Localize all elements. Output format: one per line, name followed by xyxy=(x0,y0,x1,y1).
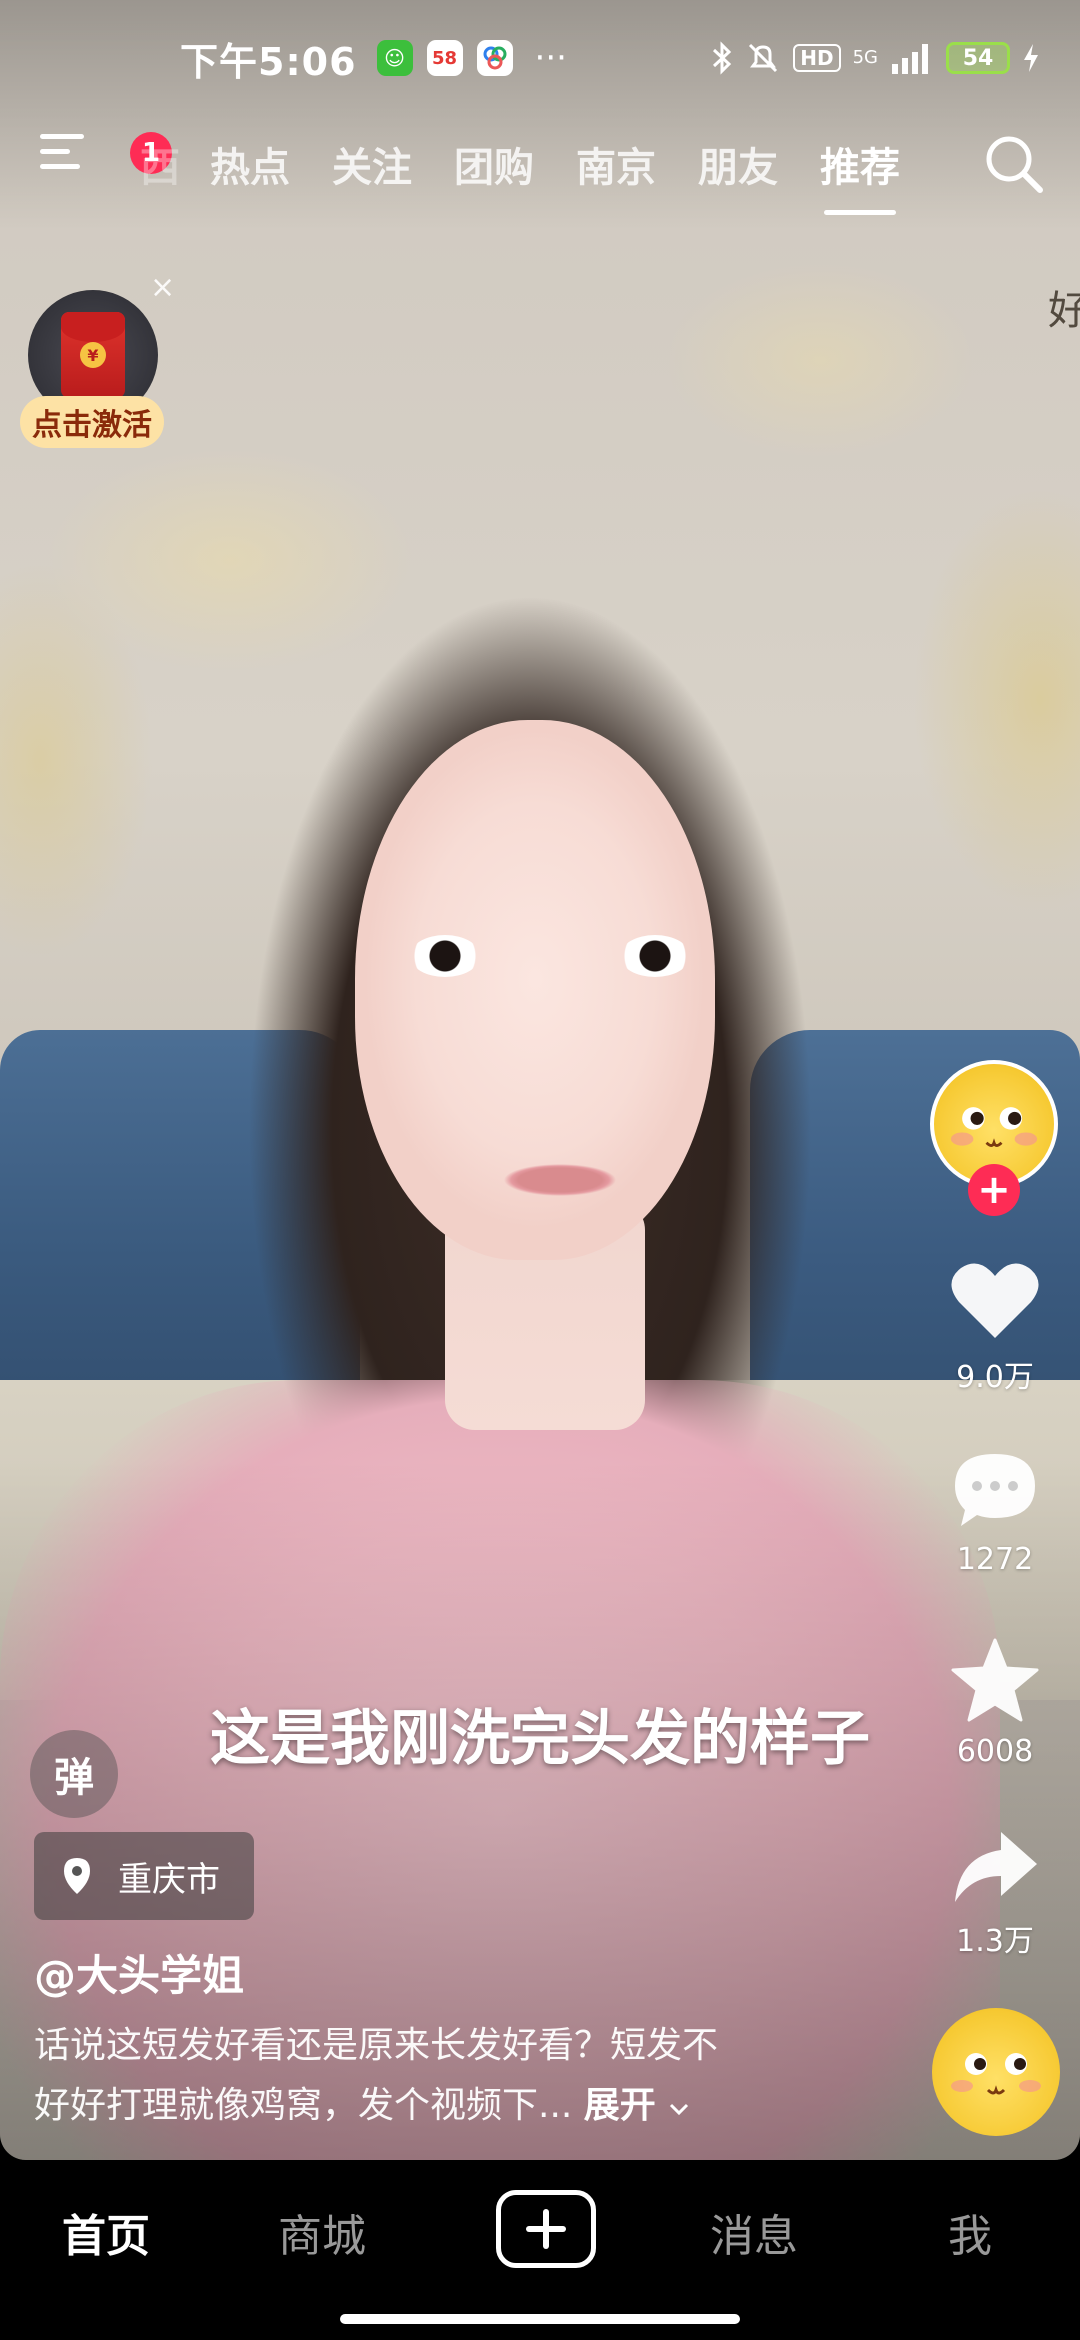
danmu-label: 弹 xyxy=(54,1755,94,1801)
share-count: 1.3万 xyxy=(956,1924,1034,1959)
cat-app-icon: ☺ xyxy=(376,40,413,76)
author-name[interactable]: @大头学姐 xyxy=(34,1942,244,2003)
emoji-face-icon xyxy=(951,2053,1041,2095)
like-count: 9.0万 xyxy=(956,1360,1034,1395)
menu-icon xyxy=(40,134,84,139)
hd-badge: HD xyxy=(793,44,841,72)
nav-home[interactable]: 首页 xyxy=(62,2200,150,2264)
music-disc-button[interactable] xyxy=(932,2008,1060,2136)
chevron-down-icon xyxy=(670,2103,689,2116)
feed-tabs: 西 热点 关注 团购 南京 朋友 推荐 xyxy=(140,116,942,215)
status-time: 下午5:06 xyxy=(180,39,357,84)
red-envelope-icon: ¥ xyxy=(61,312,125,398)
location-tag[interactable]: 重庆市 xyxy=(34,1832,254,1920)
red-packet-close-button[interactable]: × xyxy=(150,270,175,305)
home-indicator[interactable] xyxy=(340,2314,740,2324)
bottom-navigation: 首页 商城 消息 我 xyxy=(0,2160,1080,2340)
red-packet-widget[interactable]: ¥ 点击激活 xyxy=(20,286,164,448)
create-button[interactable] xyxy=(496,2190,596,2268)
share-arrow-icon xyxy=(955,1832,1037,1902)
description-line: 好好打理就像鸡窝，发个视频下... xyxy=(34,2085,573,2126)
tab-hot[interactable]: 热点 xyxy=(210,135,290,193)
charging-icon xyxy=(1024,44,1038,72)
video-subject xyxy=(410,935,480,977)
red-packet-label: 点击激活 xyxy=(20,396,164,448)
danmu-toggle-button[interactable]: 弹 xyxy=(30,1730,118,1818)
like-button[interactable]: 9.0万 xyxy=(920,1258,1070,1396)
plus-icon xyxy=(526,2209,566,2249)
more-notifications-icon: ··· xyxy=(534,38,567,78)
tab-group-buy[interactable]: 团购 xyxy=(454,135,534,193)
status-app-icons: ☺ 58 xyxy=(376,40,513,76)
comment-button[interactable]: 1272 xyxy=(920,1448,1070,1577)
tab-friends[interactable]: 朋友 xyxy=(698,135,778,193)
comment-count: 1272 xyxy=(956,1542,1034,1577)
search-button[interactable] xyxy=(978,128,1050,200)
share-button[interactable]: 1.3万 xyxy=(920,1826,1070,1960)
tab-following[interactable]: 关注 xyxy=(332,135,412,193)
video-subject xyxy=(620,935,690,977)
expand-label: 展开 xyxy=(583,2085,656,2126)
status-bar: 下午5:06 ☺ 58 ··· HD 5G 54 xyxy=(0,0,1080,116)
battery-level: 54 xyxy=(962,45,994,71)
battery-indicator: 54 xyxy=(946,42,1010,74)
status-indicators: HD 5G 54 xyxy=(711,40,1040,76)
location-label: 重庆市 xyxy=(118,1859,220,1900)
video-description: 话说这短发好看还是原来长发好看？短发不 好好打理就像鸡窝，发个视频下... 展开 xyxy=(34,2016,854,2136)
follow-button[interactable]: + xyxy=(968,1164,1020,1216)
description-line: 话说这短发好看还是原来长发好看？短发不 xyxy=(34,2025,719,2066)
menu-icon xyxy=(40,164,80,169)
video-caption-overlay: 这是我刚洗完头发的样子 xyxy=(210,1704,870,1774)
nav-messages[interactable]: 消息 xyxy=(710,2200,798,2264)
menu-button[interactable]: 1 xyxy=(40,132,172,194)
mute-bell-icon xyxy=(749,43,778,73)
menu-icon xyxy=(40,149,70,154)
coin-icon: ¥ xyxy=(80,342,106,368)
nav-mall[interactable]: 商城 xyxy=(278,2200,366,2264)
search-icon xyxy=(986,136,1043,193)
tab-partial[interactable]: 西 xyxy=(140,135,180,193)
cloud-app-icon xyxy=(476,40,513,76)
nav-me[interactable]: 我 xyxy=(948,2200,992,2264)
expand-button[interactable]: 展开 xyxy=(584,2085,691,2126)
location-pin-icon xyxy=(64,1858,90,1894)
top-navigation: 1 西 热点 关注 团购 南京 朋友 推荐 xyxy=(0,116,1080,215)
network-type: 5G xyxy=(852,47,878,68)
bluetooth-icon xyxy=(713,41,732,75)
heart-icon xyxy=(951,1263,1039,1338)
video-subject xyxy=(490,1160,630,1200)
tab-nanjing[interactable]: 南京 xyxy=(576,135,656,193)
signal-icon xyxy=(892,44,928,74)
app-58-icon: 58 xyxy=(426,40,463,76)
edge-text: 好 xyxy=(1048,288,1080,334)
comment-icon xyxy=(955,1454,1035,1526)
tab-recommended[interactable]: 推荐 xyxy=(820,135,900,215)
